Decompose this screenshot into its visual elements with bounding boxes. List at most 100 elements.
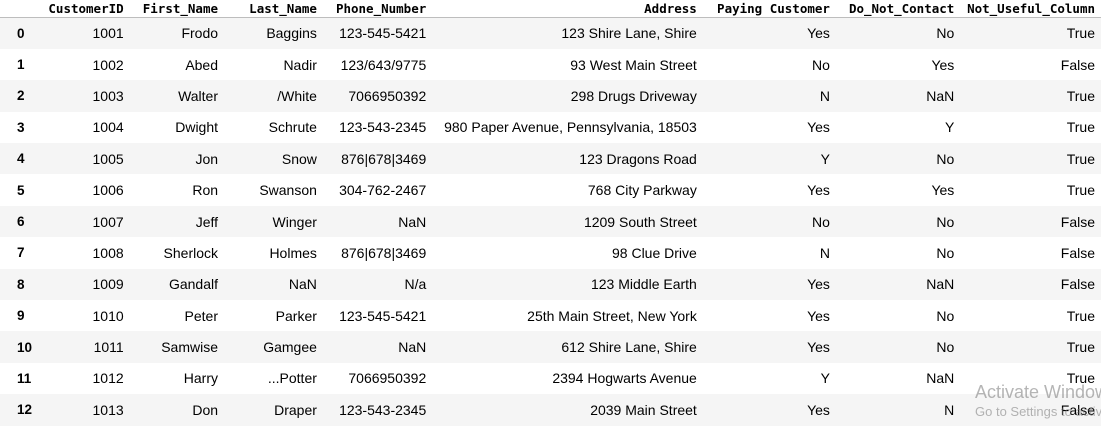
cell-paying-customer: Yes — [807, 401, 830, 418]
cell-paying-customer: No — [812, 56, 830, 73]
cell-not-useful-column: True — [1066, 182, 1095, 199]
row-index: 4 — [17, 151, 25, 167]
row-index: 7 — [17, 245, 25, 261]
cell-first-name: Harry — [183, 370, 219, 387]
cell-first-name: Jeff — [195, 213, 219, 230]
cell-customer-id: 1009 — [92, 276, 124, 293]
cell-last-name: Holmes — [269, 244, 317, 261]
cell-last-name: Nadir — [283, 56, 317, 73]
cell-phone-number: 876|678|3469 — [341, 244, 427, 261]
table-body: 0 1001 Frodo Baggins 123-545-5421 123 Shire L… — [0, 17, 1101, 426]
column-header-first-name: First_Name — [129, 0, 225, 18]
cell-do-not-contact: No — [936, 213, 955, 230]
cell-phone-number: 876|678|3469 — [341, 150, 427, 167]
cell-paying-customer: Y — [820, 150, 830, 167]
row-index: 8 — [17, 276, 25, 292]
cell-customer-id: 1002 — [92, 56, 124, 73]
column-header-paying-customer: Paying Customer — [702, 0, 836, 18]
cell-address: 980 Paper Avenue, Pennsylvania, 18503 — [444, 119, 697, 136]
row-index: 10 — [17, 339, 33, 355]
cell-last-name: Schrute — [268, 119, 317, 136]
cell-last-name: /White — [277, 87, 317, 104]
cell-not-useful-column: False — [1060, 276, 1095, 293]
cell-do-not-contact: Y — [944, 119, 955, 136]
cell-address: 768 City Parkway — [587, 182, 697, 199]
cell-address: 2039 Main Street — [590, 401, 697, 418]
cell-first-name: Sherlock — [163, 244, 219, 261]
cell-phone-number: N/a — [404, 276, 427, 293]
cell-last-name: Gamgee — [263, 339, 317, 356]
cell-paying-customer: Yes — [807, 276, 830, 293]
row-index: 2 — [17, 88, 25, 104]
table-row: 1 1002 Abed Nadir 123/643/9775 93 West Main S… — [0, 49, 1101, 80]
column-header-customer-id: CustomerID — [40, 0, 130, 18]
cell-address: 98 Clue Drive — [612, 244, 697, 261]
cell-last-name: NaN — [288, 276, 317, 293]
cell-first-name: Jon — [195, 150, 219, 167]
table-row: 7 1008 Sherlock Holmes 876|678|3469 98 Clue D… — [0, 237, 1101, 268]
cell-not-useful-column: True — [1066, 307, 1095, 324]
cell-not-useful-column: True — [1066, 87, 1095, 104]
header-row: CustomerID First_Name Last_Name Phone_Nu… — [0, 0, 1101, 18]
cell-first-name: Walter — [178, 87, 219, 104]
cell-customer-id: 1004 — [92, 119, 124, 136]
cell-paying-customer: N — [819, 244, 830, 261]
cell-customer-id: 1010 — [92, 307, 124, 324]
cell-paying-customer: Yes — [807, 182, 830, 199]
cell-address: 612 Shire Lane, Shire — [561, 339, 697, 356]
cell-paying-customer: Yes — [807, 119, 830, 136]
cell-do-not-contact: Yes — [931, 56, 955, 73]
cell-not-useful-column: False — [1060, 56, 1095, 73]
cell-last-name: Snow — [281, 150, 317, 167]
row-index: 0 — [17, 25, 25, 41]
cell-last-name: Parker — [275, 307, 317, 324]
column-header-do-not-contact: Do_Not_Contact — [835, 0, 961, 18]
cell-paying-customer: Yes — [807, 25, 830, 42]
cell-paying-customer: N — [819, 87, 830, 104]
row-index: 1 — [17, 57, 25, 73]
notebook-output: CustomerID First_Name Last_Name Phone_Nu… — [0, 0, 1101, 432]
cell-not-useful-column: True — [1066, 150, 1095, 167]
cell-customer-id: 1012 — [92, 370, 124, 387]
cell-not-useful-column: True — [1066, 339, 1095, 356]
cell-first-name: Gandalf — [168, 276, 219, 293]
table-row: 11 1012 Harry ...Potter 7066950392 2394 Hogwa… — [0, 363, 1101, 394]
cell-not-useful-column: True — [1066, 25, 1095, 42]
table-row: 4 1005 Jon Snow 876|678|3469 123 Dragons Road… — [0, 143, 1101, 175]
cell-first-name: Ron — [192, 182, 219, 199]
cell-customer-id: 1008 — [92, 244, 124, 261]
cell-do-not-contact: No — [936, 244, 955, 261]
cell-not-useful-column: True — [1066, 119, 1095, 136]
table-row: 12 1013 Don Draper 123-543-2345 2039 Main Str… — [0, 394, 1101, 426]
row-index: 6 — [17, 214, 25, 230]
row-index: 3 — [17, 119, 25, 135]
cell-last-name: ...Potter — [267, 370, 317, 387]
cell-last-name: Winger — [272, 213, 317, 230]
cell-phone-number: NaN — [398, 339, 427, 356]
cell-address: 298 Drugs Driveway — [570, 87, 697, 104]
cell-do-not-contact: No — [936, 307, 955, 324]
column-header-not-useful-column: Not_Useful_Column — [960, 0, 1101, 18]
dataframe-table: CustomerID First_Name Last_Name Phone_Nu… — [0, 0, 1101, 426]
table-row: 0 1001 Frodo Baggins 123-545-5421 123 Shire L… — [0, 17, 1101, 49]
cell-not-useful-column: True — [1066, 370, 1095, 387]
column-header-address: Address — [432, 0, 703, 18]
cell-first-name: Peter — [184, 307, 219, 324]
cell-phone-number: 123-543-2345 — [339, 119, 427, 136]
cell-do-not-contact: NaN — [926, 276, 955, 293]
cell-phone-number: 7066950392 — [348, 370, 427, 387]
column-header-index — [0, 0, 41, 18]
cell-customer-id: 1011 — [93, 339, 124, 356]
row-index: 5 — [17, 182, 25, 198]
table-row: 3 1004 Dwight Schrute 123-543-2345 980 Paper … — [0, 112, 1101, 143]
cell-not-useful-column: False — [1060, 244, 1095, 261]
cell-phone-number: 123-543-2345 — [339, 401, 427, 418]
cell-do-not-contact: No — [936, 339, 955, 356]
row-index: 9 — [17, 308, 25, 324]
cell-first-name: Samwise — [161, 339, 219, 356]
table-row: 5 1006 Ron Swanson 304-762-2467 768 City Park… — [0, 174, 1101, 205]
table-row: 6 1007 Jeff Winger NaN 1209 South Street No No F… — [0, 205, 1101, 238]
cell-phone-number: NaN — [398, 213, 427, 230]
cell-paying-customer: No — [812, 213, 830, 230]
cell-address: 123 Dragons Road — [579, 150, 697, 167]
